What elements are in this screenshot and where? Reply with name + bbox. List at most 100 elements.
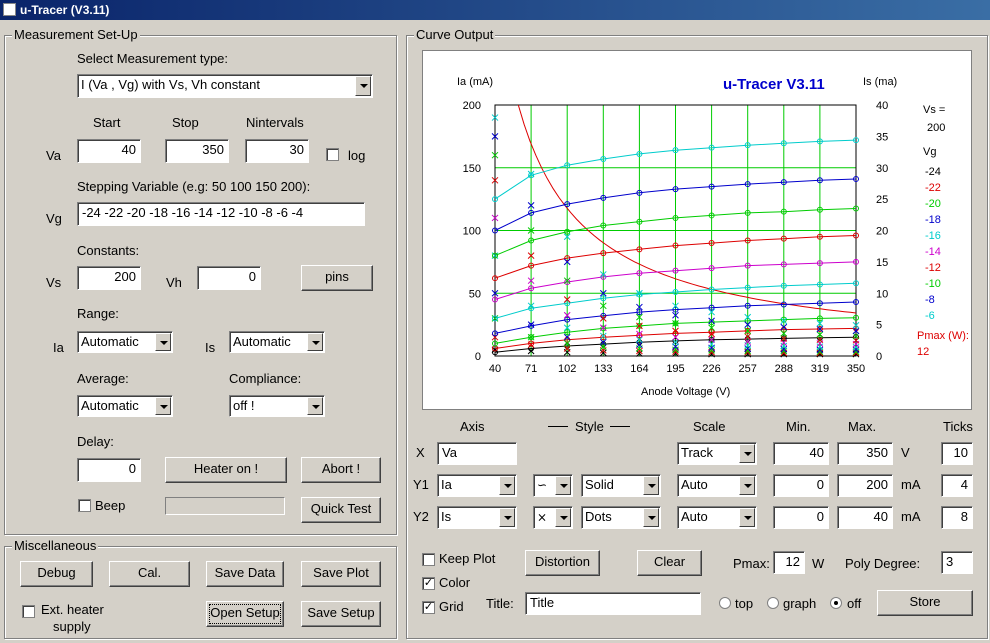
y1-axis-label: Ia (mA) — [457, 76, 493, 88]
poly-degree-input[interactable]: 3 — [941, 551, 973, 574]
title-off-radio[interactable] — [830, 597, 842, 609]
measure-type-select[interactable]: I (Va , Vg) with Vs, Vh constant — [77, 74, 373, 98]
color-checkbox[interactable]: ✓ — [422, 577, 435, 590]
store-button[interactable]: Store — [877, 590, 973, 616]
quick-test-button[interactable]: Quick Test — [301, 497, 381, 523]
title-graph-radio[interactable] — [767, 597, 779, 609]
debug-button[interactable]: Debug — [20, 561, 93, 587]
y1-scale-select[interactable]: Auto — [677, 474, 757, 497]
legend-pmax-value: 12 — [917, 346, 929, 358]
chevron-down-icon[interactable] — [739, 508, 755, 527]
y1-min-input[interactable]: 0 — [773, 474, 829, 497]
y2-unit-label: mA — [901, 509, 921, 524]
log-checkbox[interactable] — [326, 148, 339, 161]
pins-button[interactable]: pins — [301, 265, 373, 291]
chevron-down-icon[interactable] — [307, 333, 323, 351]
vg-stepping-input[interactable]: -24 -22 -20 -18 -16 -14 -12 -10 -8 -6 -4 — [77, 202, 365, 226]
min-header: Min. — [786, 419, 811, 434]
save-plot-button[interactable]: Save Plot — [301, 561, 381, 587]
y2-axis-label: Is (ma) — [863, 76, 897, 88]
y2-tick-label: 35 — [876, 131, 888, 143]
y2-style-select[interactable]: Dots — [581, 506, 661, 529]
title-input[interactable]: Title — [525, 592, 701, 615]
x-tick-label: 71 — [525, 363, 537, 375]
beep-checkbox[interactable] — [78, 499, 91, 512]
chevron-down-icon[interactable] — [643, 476, 659, 495]
va-start-input[interactable]: 40 — [77, 139, 141, 163]
y2-scale-select[interactable]: Auto — [677, 506, 757, 529]
compliance-select[interactable]: off ! — [229, 395, 325, 417]
chevron-down-icon[interactable] — [555, 476, 571, 495]
keep-plot-checkbox[interactable] — [422, 553, 435, 566]
average-select[interactable]: Automatic — [77, 395, 173, 417]
chart-title: u-Tracer V3.11 — [723, 76, 825, 93]
grid-label: Grid — [439, 599, 464, 614]
y1-style-select[interactable]: Solid — [581, 474, 661, 497]
abort-button[interactable]: Abort ! — [301, 457, 381, 483]
y1-tick-label: 200 — [463, 100, 481, 112]
title-top-radio[interactable] — [719, 597, 731, 609]
delay-label: Delay: — [77, 434, 114, 449]
legend-entry: -24 — [925, 166, 941, 178]
chevron-down-icon[interactable] — [643, 508, 659, 527]
chevron-down-icon[interactable] — [499, 508, 515, 527]
measurement-setup-label: Measurement Set-Up — [12, 27, 140, 42]
save-data-button[interactable]: Save Data — [206, 561, 284, 587]
x-var-field[interactable]: Va — [437, 442, 517, 465]
y1-marker-select[interactable]: ∽ — [533, 474, 573, 497]
legend-entry: -8 — [925, 294, 935, 306]
title-graph-label: graph — [783, 596, 817, 611]
vh-input[interactable]: 0 — [197, 266, 261, 290]
chevron-down-icon[interactable] — [355, 76, 371, 96]
grid-checkbox[interactable]: ✓ — [422, 601, 435, 614]
chevron-down-icon[interactable] — [155, 397, 171, 415]
chevron-down-icon[interactable] — [499, 476, 515, 495]
vs-input[interactable]: 200 — [77, 266, 141, 290]
nintervals-label: Nintervals — [246, 115, 304, 130]
x-max-input[interactable]: 350 — [837, 442, 893, 465]
clear-button[interactable]: Clear — [637, 550, 702, 576]
app-icon — [3, 3, 16, 16]
y1-max-input[interactable]: 200 — [837, 474, 893, 497]
y2-ticks-input[interactable]: 8 — [941, 506, 973, 529]
ext-heater-checkbox[interactable] — [22, 605, 35, 618]
curve-output-label: Curve Output — [414, 27, 496, 42]
x-scale-select[interactable]: Track — [677, 442, 757, 465]
x-min-input[interactable]: 40 — [773, 442, 829, 465]
va-stop-input[interactable]: 350 — [165, 139, 229, 163]
va-nintervals-input[interactable]: 30 — [245, 139, 309, 163]
y2-var-select[interactable]: Is — [437, 506, 517, 529]
ia-range-select[interactable]: Automatic — [77, 331, 173, 353]
curve-chart: u-Tracer V3.11 Ia (mA) Is (ma) Anode Vol… — [457, 76, 969, 398]
legend-vs-label: Vs = — [923, 104, 945, 116]
chevron-down-icon[interactable] — [555, 508, 571, 527]
y2-tick-label: 10 — [876, 288, 888, 300]
legend-vg-label: Vg — [923, 146, 936, 158]
measure-type-label: Select Measurement type: — [77, 51, 229, 66]
ticks-header: Ticks — [943, 419, 973, 434]
poly-degree-label: Poly Degree: — [845, 556, 921, 571]
chevron-down-icon[interactable] — [155, 333, 171, 351]
y1-tick-label: 50 — [469, 288, 481, 300]
y2-marker-select[interactable]: ⨯ — [533, 506, 573, 529]
log-label: log — [348, 148, 366, 163]
chevron-down-icon[interactable] — [739, 444, 755, 463]
is-range-select[interactable]: Automatic — [229, 331, 325, 353]
title-bar[interactable]: u-Tracer (V3.11) — [0, 0, 990, 20]
cal-button[interactable]: Cal. — [109, 561, 190, 587]
y2-max-input[interactable]: 40 — [837, 506, 893, 529]
y2-tick-label: 20 — [876, 226, 888, 238]
y1-tick-label: 150 — [463, 163, 481, 175]
open-setup-button[interactable]: Open Setup — [206, 601, 284, 627]
pmax-input[interactable]: 12 — [773, 551, 805, 574]
save-setup-button[interactable]: Save Setup — [301, 601, 381, 627]
chevron-down-icon[interactable] — [307, 397, 323, 415]
x-ticks-input[interactable]: 10 — [941, 442, 973, 465]
y1-var-select[interactable]: Ia — [437, 474, 517, 497]
chevron-down-icon[interactable] — [739, 476, 755, 495]
heater-button[interactable]: Heater on ! — [165, 457, 287, 483]
y1-ticks-input[interactable]: 4 — [941, 474, 973, 497]
delay-input[interactable]: 0 — [77, 458, 141, 482]
distortion-button[interactable]: Distortion — [525, 550, 600, 576]
y2-min-input[interactable]: 0 — [773, 506, 829, 529]
